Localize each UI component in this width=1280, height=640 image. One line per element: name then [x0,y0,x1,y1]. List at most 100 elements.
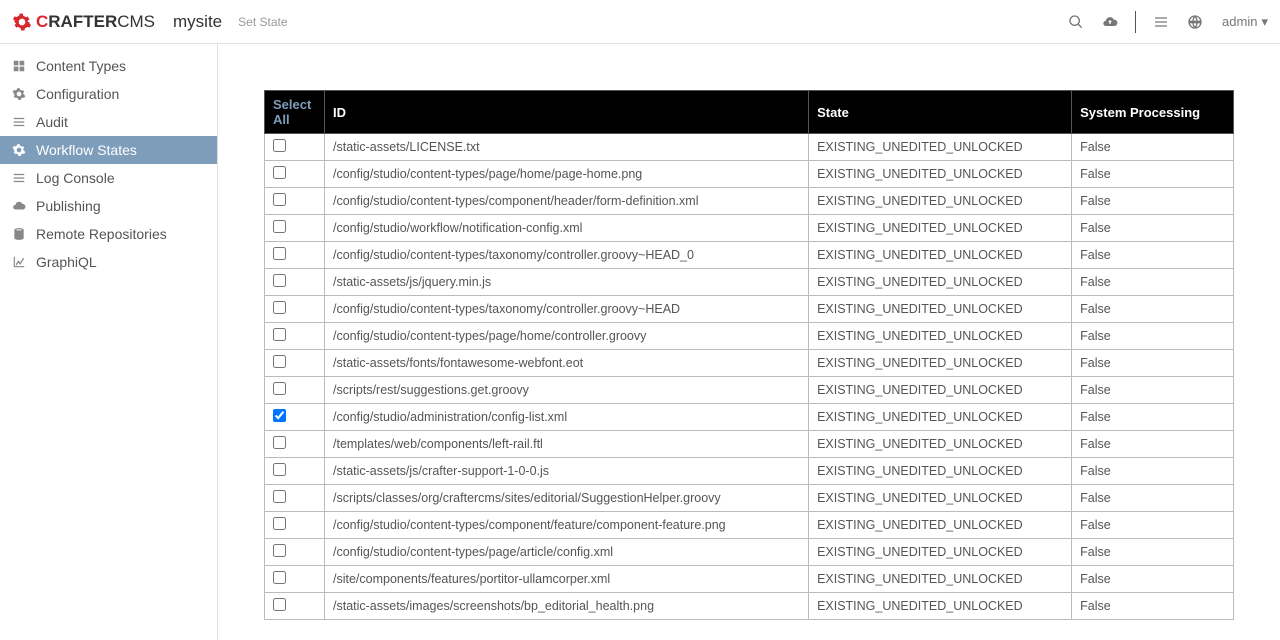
row-id: /config/studio/content-types/component/f… [325,512,809,539]
row-id: /config/studio/workflow/notification-con… [325,215,809,242]
row-id: /config/studio/content-types/taxonomy/co… [325,296,809,323]
row-checkbox[interactable] [273,301,286,314]
row-system-processing: False [1072,215,1234,242]
globe-icon [1187,14,1203,30]
select-all-header[interactable]: Select All [265,91,325,134]
row-state: EXISTING_UNEDITED_UNLOCKED [809,242,1072,269]
row-system-processing: False [1072,242,1234,269]
table-row: /scripts/rest/suggestions.get.groovyEXIS… [265,377,1234,404]
brand-cms: CMS [117,12,155,32]
row-state: EXISTING_UNEDITED_UNLOCKED [809,323,1072,350]
row-checkbox[interactable] [273,382,286,395]
table-row: /static-assets/LICENSE.txtEXISTING_UNEDI… [265,134,1234,161]
table-row: /config/studio/administration/config-lis… [265,404,1234,431]
sidebar-item-label: Workflow States [36,142,137,158]
table-row: /config/studio/content-types/page/articl… [265,539,1234,566]
sidebar-item-workflow-states[interactable]: Workflow States [0,136,217,164]
sidebar-item-configuration[interactable]: Configuration [0,80,217,108]
row-system-processing: False [1072,404,1234,431]
row-checkbox[interactable] [273,193,286,206]
row-state: EXISTING_UNEDITED_UNLOCKED [809,161,1072,188]
table-row: /static-assets/fonts/fontawesome-webfont… [265,350,1234,377]
sidebar-item-content-types[interactable]: Content Types [0,52,217,80]
user-menu[interactable]: admin ▾ [1222,14,1268,30]
row-id: /config/studio/administration/config-lis… [325,404,809,431]
row-system-processing: False [1072,269,1234,296]
table-row: /static-assets/images/screenshots/bp_edi… [265,593,1234,620]
table-row: /config/studio/workflow/notification-con… [265,215,1234,242]
row-system-processing: False [1072,485,1234,512]
row-system-processing: False [1072,323,1234,350]
row-state: EXISTING_UNEDITED_UNLOCKED [809,296,1072,323]
row-system-processing: False [1072,566,1234,593]
row-id: /static-assets/js/crafter-support-1-0-0.… [325,458,809,485]
sidebar-item-label: GraphiQL [36,254,97,270]
row-state: EXISTING_UNEDITED_UNLOCKED [809,188,1072,215]
row-state: EXISTING_UNEDITED_UNLOCKED [809,377,1072,404]
system-processing-header: System Processing [1072,91,1234,134]
row-state: EXISTING_UNEDITED_UNLOCKED [809,404,1072,431]
list-icon [12,171,26,185]
row-state: EXISTING_UNEDITED_UNLOCKED [809,593,1072,620]
row-id: /config/studio/content-types/page/home/c… [325,323,809,350]
sidebar: Content Types ConfigurationAudit Workflow … [0,44,218,640]
row-checkbox[interactable] [273,490,286,503]
row-system-processing: False [1072,431,1234,458]
brand-rest: RAFTER [48,12,117,32]
site-name[interactable]: mysite [173,12,222,32]
cloud-icon [12,199,26,213]
row-checkbox[interactable] [273,328,286,341]
row-state: EXISTING_UNEDITED_UNLOCKED [809,512,1072,539]
workflow-states-table: Select All ID State System Processing /s… [264,90,1234,620]
sidebar-item-label: Content Types [36,58,126,74]
row-checkbox[interactable] [273,355,286,368]
row-system-processing: False [1072,539,1234,566]
sidebar-item-publishing[interactable]: Publishing [0,192,217,220]
row-state: EXISTING_UNEDITED_UNLOCKED [809,215,1072,242]
table-row: /site/components/features/portitor-ullam… [265,566,1234,593]
menu-button[interactable] [1144,5,1178,39]
row-checkbox[interactable] [273,463,286,476]
row-checkbox[interactable] [273,247,286,260]
row-checkbox[interactable] [273,166,286,179]
list-icon [12,115,26,129]
table-row: /scripts/classes/org/craftercms/sites/ed… [265,485,1234,512]
row-checkbox[interactable] [273,436,286,449]
globe-button[interactable] [1178,5,1212,39]
sidebar-item-remote-repositories[interactable]: Remote Repositories [0,220,217,248]
sidebar-item-label: Remote Repositories [36,226,167,242]
row-id: /config/studio/content-types/component/h… [325,188,809,215]
sidebar-item-log-console[interactable]: Log Console [0,164,217,192]
table-row: /config/studio/content-types/taxonomy/co… [265,296,1234,323]
row-system-processing: False [1072,350,1234,377]
row-state: EXISTING_UNEDITED_UNLOCKED [809,350,1072,377]
divider [1135,11,1136,33]
publish-button[interactable] [1093,5,1127,39]
row-state: EXISTING_UNEDITED_UNLOCKED [809,269,1072,296]
row-checkbox[interactable] [273,139,286,152]
row-checkbox[interactable] [273,409,286,422]
gear-icon [12,12,32,32]
user-name: admin [1222,14,1257,29]
row-system-processing: False [1072,296,1234,323]
search-button[interactable] [1059,5,1093,39]
row-state: EXISTING_UNEDITED_UNLOCKED [809,539,1072,566]
row-system-processing: False [1072,134,1234,161]
row-checkbox[interactable] [273,598,286,611]
row-id: /config/studio/content-types/taxonomy/co… [325,242,809,269]
main-content: Select All ID State System Processing /s… [218,44,1280,640]
gear-icon [12,87,26,101]
row-checkbox[interactable] [273,274,286,287]
brand-logo[interactable]: CRAFTERCMS [12,12,155,32]
row-state: EXISTING_UNEDITED_UNLOCKED [809,485,1072,512]
row-checkbox[interactable] [273,517,286,530]
sidebar-item-audit[interactable]: Audit [0,108,217,136]
row-state: EXISTING_UNEDITED_UNLOCKED [809,431,1072,458]
sidebar-item-graphiql[interactable]: GraphiQL [0,248,217,276]
sidebar-item-label: Publishing [36,198,101,214]
row-id: /static-assets/images/screenshots/bp_edi… [325,593,809,620]
row-system-processing: False [1072,458,1234,485]
row-id: /templates/web/components/left-rail.ftl [325,431,809,458]
row-checkbox[interactable] [273,220,286,233]
row-checkbox[interactable] [273,544,286,557]
